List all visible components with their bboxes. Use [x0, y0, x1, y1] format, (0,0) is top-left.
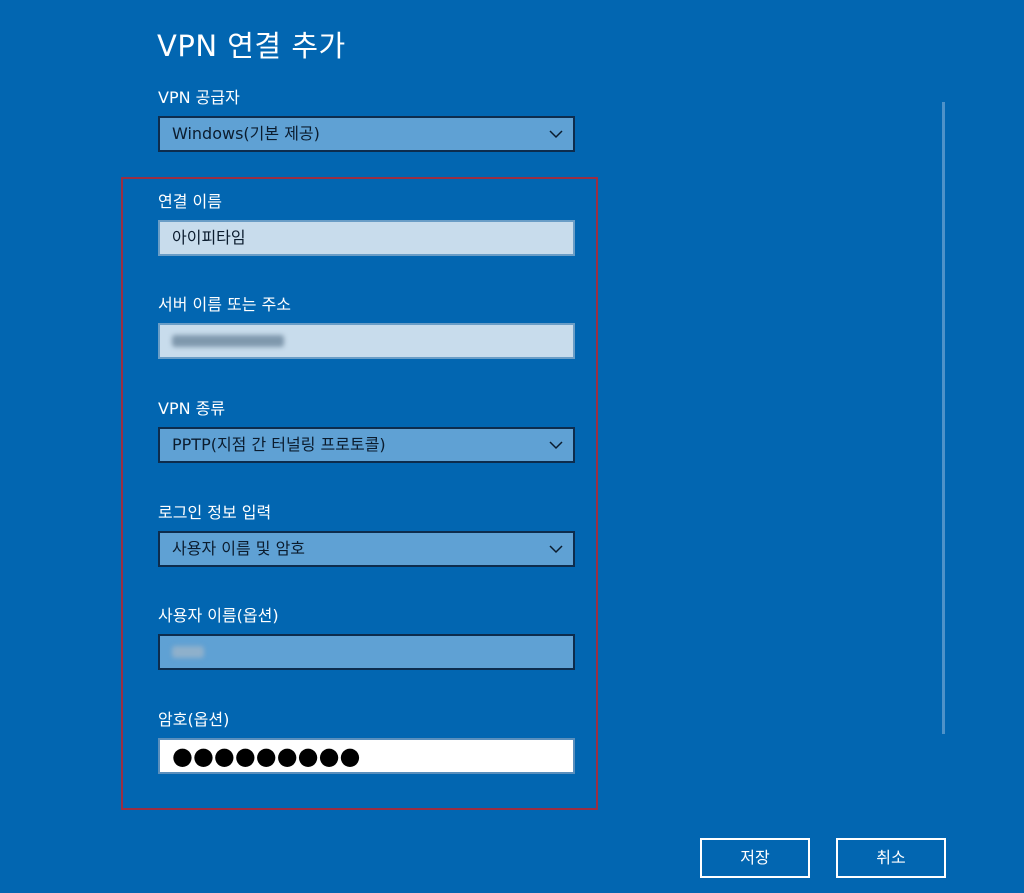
username-input[interactable]: [158, 634, 575, 670]
chevron-down-icon: [549, 441, 563, 450]
connection-name-input[interactable]: 아이피타임: [158, 220, 575, 256]
provider-dropdown-value: Windows(기본 제공): [172, 124, 320, 143]
password-value: ●●●●●●●●●: [172, 742, 361, 770]
vpn-type-dropdown[interactable]: PPTP(지점 간 터널링 프로토콜): [158, 427, 575, 463]
dialog-title: VPN 연결 추가: [157, 29, 346, 63]
connection-name-value: 아이피타임: [172, 228, 246, 247]
vpn-type-value: PPTP(지점 간 터널링 프로토콜): [172, 435, 386, 454]
chevron-down-icon: [549, 130, 563, 139]
scrollbar[interactable]: [942, 102, 945, 734]
username-label: 사용자 이름(옵션): [158, 606, 279, 625]
signin-type-value: 사용자 이름 및 암호: [172, 539, 306, 558]
provider-label: VPN 공급자: [158, 88, 240, 107]
username-value-redacted: [172, 646, 204, 658]
server-value-redacted: [172, 335, 284, 347]
cancel-button[interactable]: 취소: [836, 838, 946, 878]
password-label: 암호(옵션): [158, 710, 230, 729]
chevron-down-icon: [549, 545, 563, 554]
provider-dropdown[interactable]: Windows(기본 제공): [158, 116, 575, 152]
signin-type-label: 로그인 정보 입력: [158, 503, 272, 522]
signin-type-dropdown[interactable]: 사용자 이름 및 암호: [158, 531, 575, 567]
save-button[interactable]: 저장: [700, 838, 810, 878]
server-input[interactable]: [158, 323, 575, 359]
vpn-type-label: VPN 종류: [158, 399, 226, 418]
server-label: 서버 이름 또는 주소: [158, 295, 292, 314]
connection-name-label: 연결 이름: [158, 192, 222, 211]
password-input[interactable]: ●●●●●●●●●: [158, 738, 575, 774]
